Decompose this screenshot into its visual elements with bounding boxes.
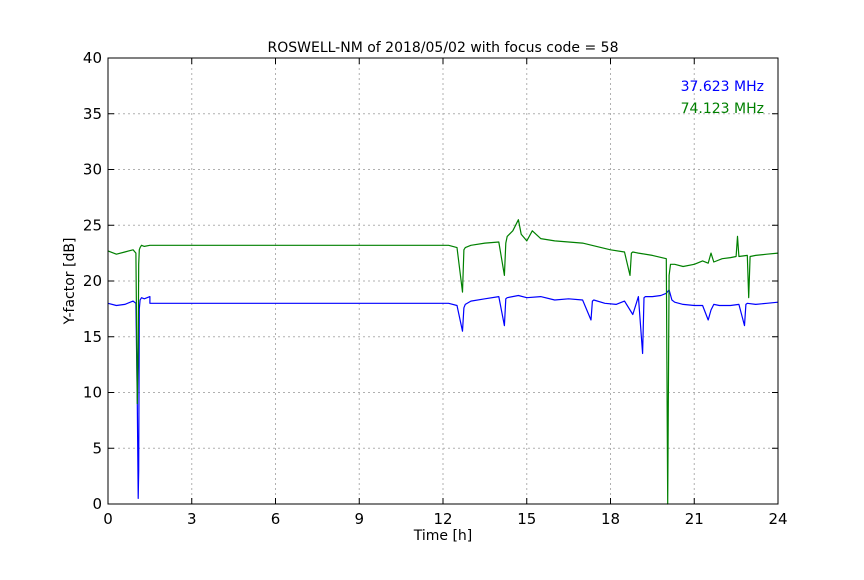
x-tick-label: 21 xyxy=(685,510,704,528)
legend-label-74-123-mhz: 74.123 MHz xyxy=(681,101,764,117)
x-tick-label: 0 xyxy=(103,510,113,528)
y-tick-label: 30 xyxy=(83,161,102,179)
x-tick-label: 12 xyxy=(433,510,452,528)
x-tick-label: 6 xyxy=(271,510,281,528)
x-tick-label: 15 xyxy=(517,510,536,528)
x-tick-label: 24 xyxy=(768,510,787,528)
legend-label-37-623-mhz: 37.623 MHz xyxy=(681,79,764,95)
chart-figure: 0 3 6 9 12 15 18 21 24 0 5 10 15 20 25 30 35 40 ROSWELL-N… xyxy=(0,0,864,576)
y-axis-label: Y-factor [dB] xyxy=(62,238,78,326)
y-tick-label: 25 xyxy=(83,216,102,234)
line-chart: 0 3 6 9 12 15 18 21 24 0 5 10 15 20 25 30 35 40 ROSWELL-N… xyxy=(0,0,864,576)
x-tick-label: 18 xyxy=(601,510,620,528)
y-tick-label: 35 xyxy=(83,105,102,123)
y-tick-label: 5 xyxy=(92,439,102,457)
chart-title: ROSWELL-NM of 2018/05/02 with focus code… xyxy=(268,40,619,56)
x-tick-label: 9 xyxy=(354,510,364,528)
y-tick-label: 15 xyxy=(83,328,102,346)
y-tick-label: 0 xyxy=(92,495,102,513)
y-tick-label: 10 xyxy=(83,384,102,402)
x-tick-label: 3 xyxy=(187,510,197,528)
y-tick-label: 20 xyxy=(83,272,102,290)
x-axis-label: Time [h] xyxy=(413,528,473,544)
y-tick-label: 40 xyxy=(83,49,102,67)
